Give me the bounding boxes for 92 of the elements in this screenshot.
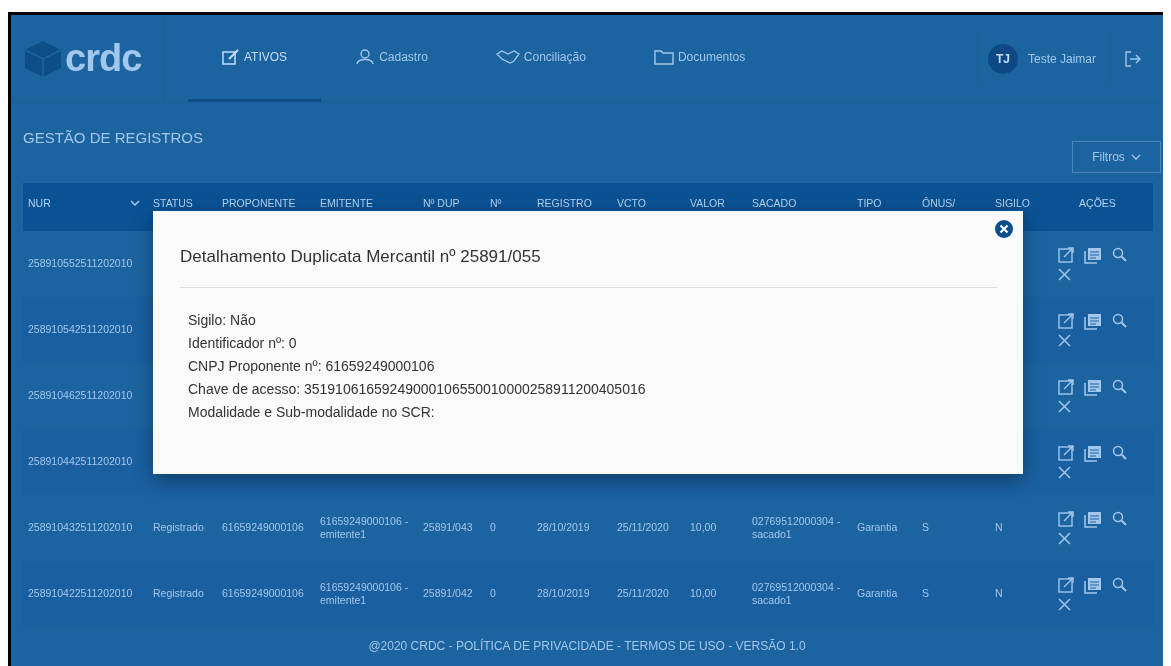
- search-icon[interactable]: [1112, 577, 1127, 592]
- footer-text: @2020 CRDC - POLÍTICA DE PRIVACIDADE - TERMOS DE USO - VERSÃO 1.0: [368, 639, 806, 653]
- table-cell: 28/10/2019: [537, 587, 590, 600]
- column-header: Nº DUP: [423, 197, 460, 209]
- column-header: PROPONENTE: [222, 197, 296, 209]
- table-cell: 25891/043: [423, 521, 473, 534]
- close-icon[interactable]: [1058, 334, 1071, 347]
- table-cell: 258910542511202010: [28, 323, 133, 336]
- column-header: EMITENTE: [320, 197, 374, 209]
- column-header: TIPO: [857, 197, 882, 209]
- column-header: STATUS: [153, 197, 193, 209]
- search-icon[interactable]: [1112, 511, 1127, 526]
- chevron-down-icon: [1130, 154, 1141, 160]
- column-header: AÇÕES: [1079, 197, 1116, 209]
- table-cell: N: [995, 587, 1003, 600]
- close-button[interactable]: [995, 220, 1013, 238]
- column-header: NUR: [28, 197, 51, 209]
- detail-line: Identificador nº: 0: [188, 335, 298, 351]
- table-cell: 258910422511202010: [28, 587, 133, 600]
- edit-icon[interactable]: [1058, 247, 1074, 263]
- edit-icon[interactable]: [1058, 511, 1074, 527]
- table-cell: 10,00: [690, 521, 717, 534]
- table-cell: Registrado: [153, 521, 204, 534]
- close-icon[interactable]: [1058, 400, 1071, 413]
- table-cell: S: [922, 587, 929, 600]
- column-header: VALOR: [690, 197, 725, 209]
- table-cell: 258910442511202010: [28, 455, 133, 468]
- table-cell: Registrado: [153, 587, 204, 600]
- table-cell: Garantia: [857, 587, 898, 600]
- table-cell: 61659249000106 - emitente1: [320, 514, 409, 540]
- table-cell: 61659249000106 - emitente1: [320, 580, 409, 606]
- logout-icon[interactable]: [1125, 50, 1141, 67]
- document-stack-icon[interactable]: [1084, 379, 1102, 396]
- table-cell: N: [995, 521, 1003, 534]
- table-cell: 10,00: [690, 587, 717, 600]
- table-cell: 0: [490, 521, 496, 534]
- sort-chevron-icon[interactable]: [130, 200, 140, 206]
- edit-icon: [222, 49, 240, 65]
- logo-text: crdc: [65, 37, 142, 80]
- column-header: Nº: [490, 197, 502, 209]
- column-header: REGISTRO: [537, 197, 592, 209]
- search-icon[interactable]: [1112, 445, 1127, 460]
- close-icon[interactable]: [1058, 598, 1071, 611]
- page-title: GESTÃO DE REGISTROS: [23, 129, 204, 146]
- document-stack-icon[interactable]: [1084, 445, 1102, 462]
- table-cell: 25/11/2020: [617, 587, 669, 600]
- document-stack-icon[interactable]: [1084, 313, 1102, 330]
- detail-line: Chave de acesso: 35191061659249000106550010000258911200405016: [188, 381, 647, 397]
- nav-tab[interactable]: ATIVOS: [188, 15, 322, 102]
- table-cell: 258910462511202010: [28, 389, 133, 402]
- column-header: SACADO: [752, 197, 797, 209]
- edit-icon[interactable]: [1058, 577, 1074, 593]
- user-name: Teste Jaimar: [1027, 51, 1096, 66]
- edit-icon[interactable]: [1058, 379, 1074, 395]
- search-icon[interactable]: [1112, 247, 1127, 262]
- edit-icon[interactable]: [1058, 445, 1074, 461]
- close-icon[interactable]: [1058, 268, 1071, 281]
- modal-title: Detalhamento Duplicata Mercantil nº 25891/055: [180, 247, 997, 288]
- close-icon[interactable]: [1058, 532, 1071, 545]
- filter-button[interactable]: Filtros: [1072, 141, 1161, 173]
- document-stack-icon[interactable]: [1084, 577, 1102, 594]
- close-icon[interactable]: [1058, 466, 1071, 479]
- detail-line: Modalidade e Sub-modalidade no SCR:: [188, 404, 436, 420]
- table-cell: 258910432511202010: [28, 521, 133, 534]
- table-cell: 28/10/2019: [537, 521, 590, 534]
- column-header: ÔNUS/: [922, 197, 956, 209]
- column-header: SIGILO: [995, 197, 1030, 209]
- table-cell: 25/11/2020: [617, 521, 669, 534]
- search-icon[interactable]: [1112, 313, 1127, 328]
- person-icon: [355, 49, 376, 65]
- nav-tab[interactable]: Cadastro: [321, 15, 462, 102]
- nav-tab[interactable]: Conciliação: [461, 15, 620, 102]
- folder-icon: [653, 49, 674, 65]
- user-avatar[interactable]: TJ: [987, 43, 1018, 74]
- table-cell: 61659249000106: [222, 587, 304, 600]
- table-cell: S: [922, 521, 929, 534]
- table-cell: 258910552511202010: [28, 257, 133, 270]
- table-cell: 02769512000304 - sacado1: [752, 580, 841, 606]
- table-cell: 25891/042: [423, 587, 473, 600]
- document-stack-icon[interactable]: [1084, 511, 1102, 528]
- edit-icon[interactable]: [1058, 313, 1074, 329]
- document-stack-icon[interactable]: [1084, 247, 1102, 264]
- table-cell: Garantia: [857, 521, 898, 534]
- detail-line: CNPJ Proponente nº: 61659249000106: [188, 358, 436, 374]
- cube-logo-icon: [23, 39, 63, 78]
- table-cell: 61659249000106: [222, 521, 304, 534]
- nav-tab[interactable]: Documentos: [619, 15, 780, 102]
- search-icon[interactable]: [1112, 379, 1127, 394]
- table-cell: 0: [490, 587, 496, 600]
- column-header: VCTO: [617, 197, 646, 209]
- table-cell: 02769512000304 - sacado1: [752, 514, 841, 540]
- detail-line: Sigilo: Não: [188, 312, 257, 328]
